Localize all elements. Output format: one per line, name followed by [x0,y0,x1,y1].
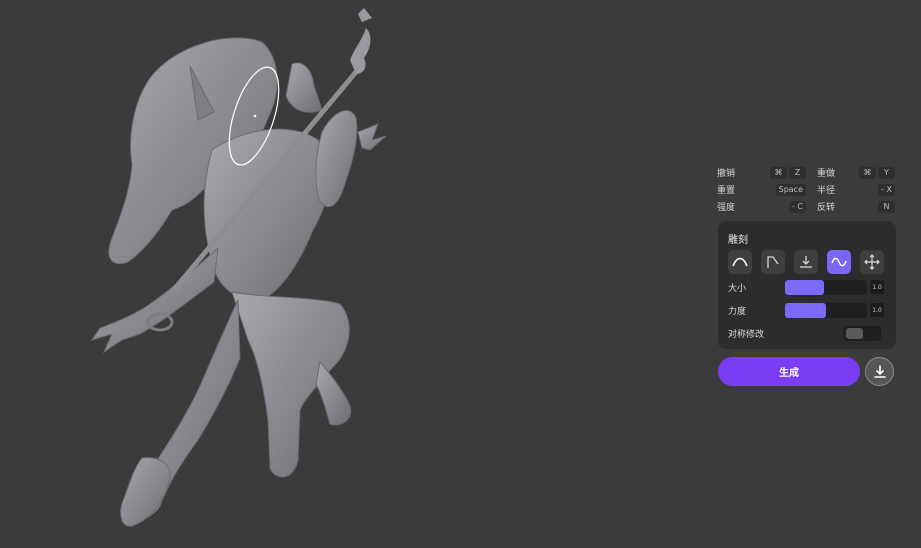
key-z: Z [789,166,806,179]
shortcut-label: 重做 [817,169,836,179]
toggle-knob [846,328,863,339]
symmetry-row: 对称修改 [728,326,888,341]
download-icon [873,364,886,378]
tool-flatten[interactable] [761,250,785,274]
tool-smooth[interactable] [728,250,752,274]
generate-button[interactable]: 生成 [718,357,860,386]
key-cmd: ⌘ [859,166,876,179]
strength-slider-fill [785,302,826,318]
key-space: Space [775,183,806,196]
shortcut-label: 半径 [817,186,836,196]
size-slider[interactable] [785,279,867,295]
size-slider-row: 大小 1.0 [728,279,888,295]
size-value[interactable]: 1.0 [870,280,884,294]
shortcut-row: 重置 Space 半径 - X [717,181,895,198]
strength-value[interactable]: 1.0 [870,303,884,317]
key-y: Y [878,166,895,179]
tool-wave[interactable] [827,250,851,274]
symmetry-toggle[interactable] [843,326,881,341]
key-cmd: ⌘ [770,166,787,179]
key-n: N [878,200,895,213]
key-c: - C [788,200,806,213]
shortcut-legend: 撤销 ⌘ Z 重做 ⌘ Y 重置 Space 半径 - X 强度 - C 反转 … [717,164,895,215]
shortcut-row: 撤销 ⌘ Z 重做 ⌘ Y [717,164,895,181]
tool-push[interactable] [794,250,818,274]
strength-label: 力度 [728,306,747,317]
strength-slider[interactable] [785,302,867,318]
shortcut-row: 强度 - C 反转 N [717,198,895,215]
shortcut-label: 撤销 [717,169,736,179]
tool-move[interactable] [860,250,884,274]
shortcut-undo: 撤销 ⌘ Z [717,166,806,179]
sculpt-panel: 雕刻 大小 1.0 力度 1.0 对称修改 [718,221,896,349]
shortcut-redo: 重做 ⌘ Y [806,166,895,179]
flatten-angle-icon [767,256,779,268]
brush-toolbar [728,250,884,274]
move-arrows-icon [864,254,880,270]
size-label: 大小 [728,283,747,294]
shortcut-label: 反转 [817,203,836,213]
shortcut-reset: 重置 Space [717,183,806,196]
symmetry-label: 对称修改 [728,330,765,340]
panel-title: 雕刻 [728,235,748,246]
wave-icon [831,257,847,267]
shortcut-label: 重置 [717,186,736,196]
shortcut-radius: 半径 - X [806,183,895,196]
shortcut-invert: 反转 N [806,200,895,213]
smooth-curve-icon [732,257,748,267]
shortcut-strength: 强度 - C [717,200,806,213]
push-down-icon [800,256,812,268]
strength-slider-row: 力度 1.0 [728,302,888,318]
download-button[interactable] [865,357,894,386]
shortcut-label: 强度 [717,203,736,213]
size-slider-fill [785,279,825,295]
key-x: - X [878,183,895,196]
